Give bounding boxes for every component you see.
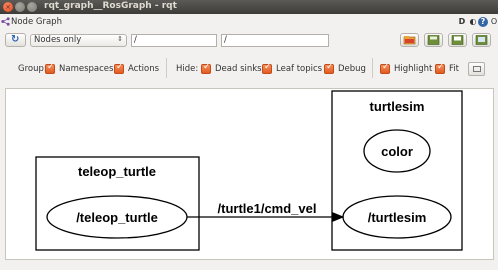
namespace-filter-input[interactable]: / — [131, 34, 217, 47]
dead-sinks-checkbox[interactable] — [201, 62, 211, 74]
fit-label: Fit — [449, 64, 459, 74]
namespace-filter-value: / — [134, 35, 137, 45]
group-label: Group: — [18, 64, 47, 74]
save-dot-button[interactable] — [424, 33, 443, 47]
node-teleop-turtle-label: /teleop_turtle — [76, 210, 158, 225]
cluster-turtlesim-label: turtlesim — [370, 99, 425, 114]
fit-in-view-button[interactable] — [468, 62, 485, 76]
graph-mode-select[interactable]: Nodes only ⇕ — [30, 34, 127, 47]
updown-arrow-icon: ⇕ — [117, 35, 123, 43]
close-window-button[interactable]: × — [3, 2, 13, 12]
ros-graph: teleop_turtle /teleop_turtle turtlesim c… — [35, 90, 463, 251]
hide-label: Hide: — [176, 64, 199, 74]
debug-label: Debug — [338, 64, 366, 74]
graph-canvas[interactable]: teleop_turtle /teleop_turtle turtlesim c… — [5, 88, 494, 260]
namespaces-checkbox[interactable] — [45, 62, 55, 74]
dock-button[interactable]: D — [457, 17, 467, 27]
save-svg-button[interactable] — [448, 33, 467, 47]
refresh-button[interactable]: ↻ — [5, 33, 26, 47]
dead-sinks-label: Dead sinks — [215, 64, 262, 74]
actions-label: Actions — [128, 64, 160, 74]
window-titlebar: × rqt_graph__RosGraph - rqt — [0, 0, 498, 14]
debug-checkbox[interactable] — [324, 62, 334, 74]
window-title: rqt_graph__RosGraph - rqt — [44, 1, 177, 11]
help-icon[interactable]: ? — [478, 17, 488, 27]
maximize-window-button[interactable] — [27, 2, 37, 12]
fit-in-view-icon — [473, 66, 481, 72]
save-image-button[interactable] — [472, 33, 491, 47]
fit-checkbox[interactable] — [435, 62, 445, 74]
namespaces-label: Namespaces — [59, 64, 114, 74]
highlight-label: Highlight — [394, 64, 433, 74]
node-turtlesim-label: /turtlesim — [368, 210, 427, 225]
separator — [166, 58, 167, 78]
folder-icon — [403, 36, 416, 45]
load-dot-button[interactable] — [400, 33, 419, 47]
separator — [372, 58, 373, 78]
cluster-turtlesim — [331, 90, 463, 251]
actions-checkbox[interactable] — [114, 62, 124, 74]
highlight-checkbox[interactable] — [380, 62, 390, 74]
node-graph-icon — [1, 17, 10, 26]
reload-icon[interactable]: ◐ — [468, 17, 478, 27]
plugin-title: Node Graph — [11, 17, 62, 27]
minimize-window-button[interactable] — [15, 2, 25, 12]
node-color-label: color — [381, 144, 413, 159]
leaf-topics-checkbox[interactable] — [262, 62, 272, 74]
topic-filter-input[interactable]: / — [221, 34, 329, 47]
edge-arrowhead — [331, 211, 345, 223]
save-image-icon — [475, 35, 488, 45]
plugin-header: Node Graph D ◐ ? O — [0, 15, 498, 29]
edge-cmd-vel-label: /turtle1/cmd_vel — [218, 201, 317, 216]
cluster-teleop-turtle-label: teleop_turtle — [78, 164, 156, 179]
topic-filter-value: / — [224, 35, 227, 45]
close-plugin-icon[interactable]: O — [489, 17, 498, 27]
graph-mode-value: Nodes only — [34, 35, 82, 45]
leaf-topics-label: Leaf topics — [276, 64, 323, 74]
save-image-icon — [451, 35, 464, 45]
refresh-icon: ↻ — [11, 34, 20, 45]
save-icon — [427, 35, 440, 45]
